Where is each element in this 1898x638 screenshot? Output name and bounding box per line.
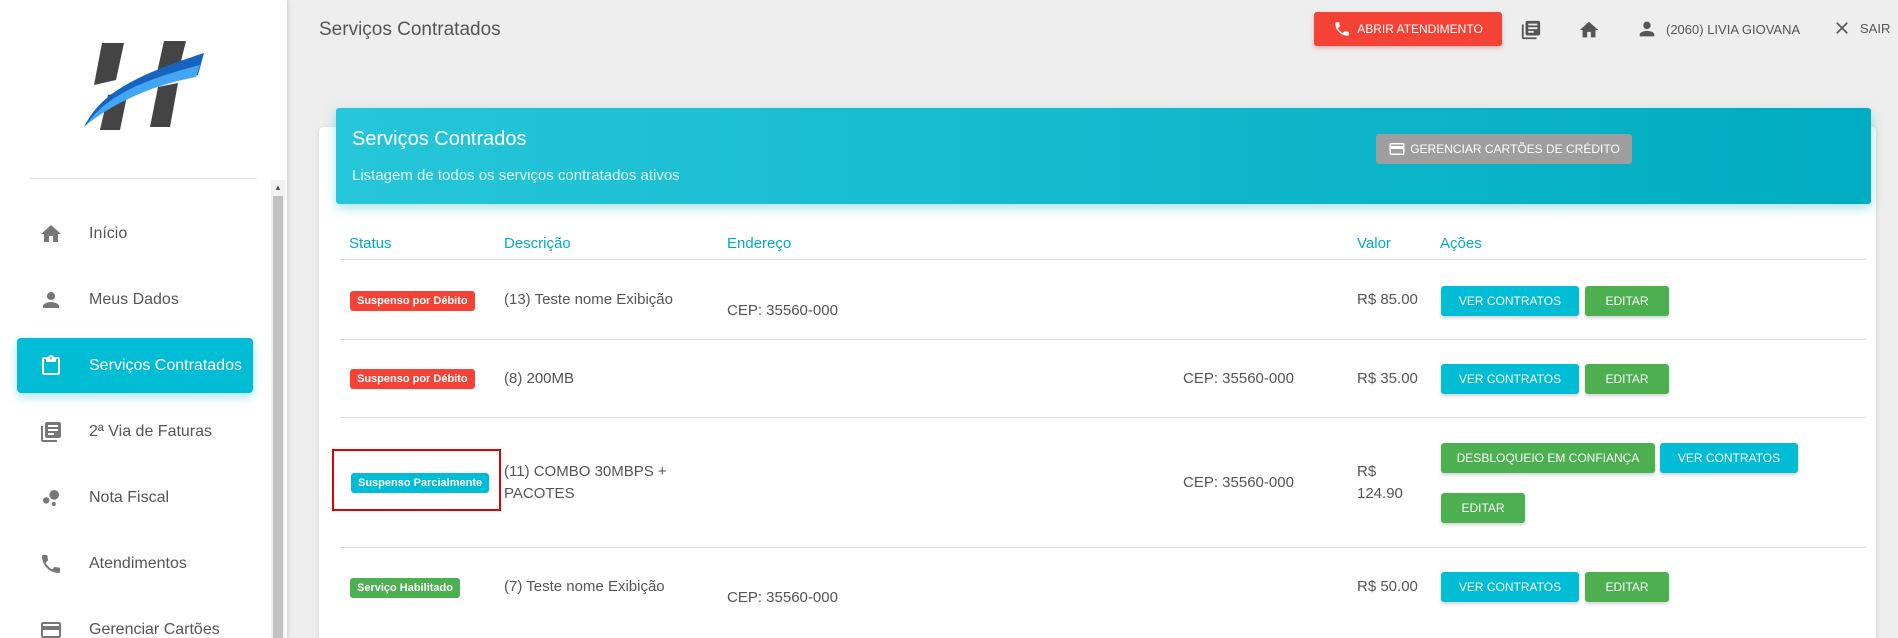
person-icon (1639, 21, 1655, 37)
sidebar-item-label: Serviços Contratados (89, 356, 242, 374)
phone-icon (39, 552, 63, 576)
card-subtitle: Listagem de todos os serviços contratado… (352, 167, 680, 184)
status-highlight-box (332, 449, 501, 511)
status-badge: Serviço Habilitado (350, 578, 460, 598)
service-description-line-1: (11) COMBO 30MBPS + (504, 463, 667, 480)
credit-card-icon (1389, 143, 1405, 155)
table-divider (340, 339, 1866, 340)
sidebar-item-label: Início (89, 224, 128, 242)
edit-button[interactable]: EDITAR (1585, 286, 1669, 316)
sidebar-item-inicio[interactable]: Início (17, 206, 253, 261)
sidebar: Início Meus Dados Serviços Contratados 2… (0, 0, 287, 638)
sidebar-divider (30, 178, 257, 179)
sidebar-scrollbar[interactable]: ▲ (271, 180, 285, 638)
user-menu[interactable]: (2060) LIVIA GIOVANA (1636, 18, 1800, 40)
column-header-endereco: Endereço (727, 235, 792, 252)
column-header-status: Status (349, 235, 392, 252)
service-address: CEP: 35560-000 (1183, 474, 1294, 491)
sidebar-item-meus-dados[interactable]: Meus Dados (17, 272, 253, 327)
home-icon[interactable] (1577, 18, 1601, 42)
table-divider (340, 417, 1866, 418)
phone-icon (1335, 22, 1349, 36)
service-description: (7) Teste nome Exibição (504, 578, 665, 595)
page-title: Serviços Contratados (319, 19, 501, 40)
sidebar-item-nota-fiscal[interactable]: Nota Fiscal (17, 470, 253, 525)
sidebar-item-label: Gerenciar Cartões (89, 620, 220, 638)
sidebar-item-label: 2ª Via de Faturas (89, 422, 213, 440)
edit-button[interactable]: EDITAR (1585, 364, 1669, 394)
edit-button[interactable]: EDITAR (1441, 493, 1525, 523)
table-divider (340, 259, 1866, 260)
library-books-icon (39, 420, 63, 444)
scroll-thumb[interactable] (273, 196, 283, 638)
user-name: (2060) LIVIA GIOVANA (1666, 21, 1801, 37)
sidebar-item-label: Nota Fiscal (89, 488, 170, 506)
table-divider (340, 547, 1866, 548)
service-value: R$ 85.00 (1357, 291, 1418, 308)
sidebar-item-atendimentos[interactable]: Atendimentos (17, 536, 253, 591)
service-value-currency: R$ (1357, 463, 1377, 480)
service-value: R$ 35.00 (1357, 370, 1418, 387)
service-address: CEP: 35560-000 (1183, 370, 1294, 387)
view-contracts-button[interactable]: VER CONTRATOS (1441, 364, 1579, 394)
credit-card-icon (39, 618, 63, 638)
column-header-descricao: Descrição (504, 235, 571, 252)
close-icon (1836, 22, 1848, 34)
column-header-acoes: Ações (1440, 235, 1482, 252)
service-description: (8) 200MB (504, 370, 575, 387)
open-ticket-label: ABRIR ATENDIMENTO (1357, 22, 1483, 36)
logout-button[interactable]: SAIR (1832, 18, 1890, 38)
card-header: Serviços Contrados Listagem de todos os … (336, 108, 1871, 204)
sidebar-item-label: Meus Dados (89, 290, 179, 308)
view-contracts-button[interactable]: VER CONTRATOS (1441, 572, 1579, 602)
bubble-chart-icon (39, 486, 63, 510)
service-address: CEP: 35560-000 (727, 302, 838, 319)
edit-button[interactable]: EDITAR (1585, 572, 1669, 602)
service-description-line-2: PACOTES (504, 485, 575, 502)
manage-credit-cards-button[interactable]: GERENCIAR CARTÕES DE CRÉDITO (1376, 134, 1632, 164)
service-value: R$ 50.00 (1357, 578, 1418, 595)
clipboard-icon (39, 354, 63, 378)
manage-credit-cards-label: GERENCIAR CARTÕES DE CRÉDITO (1410, 142, 1620, 156)
open-ticket-button[interactable]: ABRIR ATENDIMENTO (1314, 12, 1502, 46)
sidebar-item-faturas[interactable]: 2ª Via de Faturas (17, 404, 253, 459)
library-books-icon[interactable] (1519, 18, 1543, 42)
person-icon (39, 288, 63, 312)
column-header-valor: Valor (1357, 235, 1391, 252)
sidebar-nav: Início Meus Dados Serviços Contratados 2… (17, 206, 253, 638)
service-address: CEP: 35560-000 (727, 589, 838, 606)
view-contracts-button[interactable]: VER CONTRATOS (1441, 286, 1579, 316)
sidebar-item-gerenciar-cartoes[interactable]: Gerenciar Cartões (17, 602, 253, 638)
company-logo[interactable] (80, 35, 210, 135)
scroll-up-arrow-icon[interactable]: ▲ (271, 180, 285, 194)
sidebar-item-servicos-contratados[interactable]: Serviços Contratados (17, 338, 253, 393)
home-icon (39, 222, 63, 246)
logout-label: SAIR (1860, 20, 1891, 36)
card-title: Serviços Contrados (352, 128, 527, 150)
service-value-amount: 124.90 (1357, 485, 1403, 502)
sidebar-item-label: Atendimentos (89, 554, 187, 572)
service-description: (13) Teste nome Exibição (504, 291, 673, 308)
status-badge: Suspenso por Débito (350, 369, 475, 389)
trust-unblock-button[interactable]: DESBLOQUEIO EM CONFIANÇA (1441, 443, 1655, 473)
status-badge: Suspenso por Débito (350, 291, 475, 311)
view-contracts-button[interactable]: VER CONTRATOS (1660, 443, 1798, 473)
